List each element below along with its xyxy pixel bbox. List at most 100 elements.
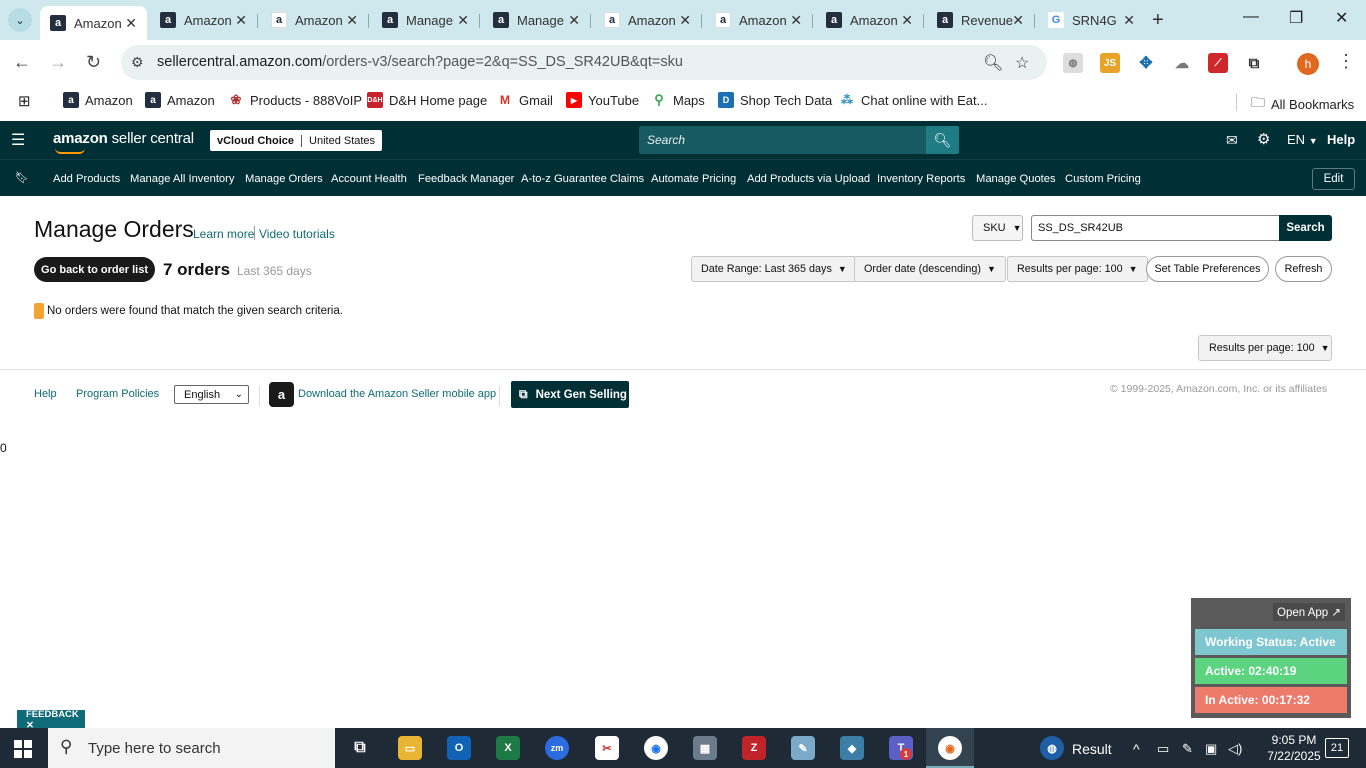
taskbar-clock[interactable]: 9:05 PM 7/22/2025	[1265, 732, 1323, 764]
site-info-icon[interactable]: ⚙	[131, 54, 144, 71]
download-app-link[interactable]: Download the Amazon Seller mobile app	[298, 388, 496, 400]
apps-grid-icon[interactable]: ⊞	[18, 92, 31, 110]
nav-account-health[interactable]: Account Health	[331, 173, 407, 185]
tab-3[interactable]: a Manage ✕	[372, 6, 479, 34]
address-bar[interactable]: ⚙ sellercentral.amazon.com/orders-v3/sea…	[121, 45, 1047, 80]
sort-select[interactable]: Order date (descending) ▼	[854, 256, 1006, 282]
close-icon[interactable]: ✕	[1012, 12, 1024, 29]
kebab-menu-icon[interactable]: ⋮	[1337, 51, 1355, 72]
learn-more-link[interactable]: Learn more	[193, 227, 254, 241]
nav-feedback-manager[interactable]: Feedback Manager	[418, 173, 514, 185]
chevron-up-icon[interactable]: ^	[1133, 741, 1140, 757]
bookmark-amazon-1[interactable]: a Amazon	[63, 92, 133, 108]
bookmark-techdata[interactable]: D Shop Tech Data	[718, 92, 832, 108]
amazon-app-icon[interactable]: a	[269, 382, 294, 407]
nav-add-products[interactable]: Add Products	[53, 173, 120, 185]
globe-extension-icon[interactable]: ◍	[1063, 53, 1083, 73]
window-close-icon[interactable]: ✕	[1335, 8, 1348, 28]
nav-inventory-reports[interactable]: Inventory Reports	[877, 173, 965, 185]
minimize-icon[interactable]: —	[1243, 8, 1259, 26]
tab-8[interactable]: a Revenue ✕	[927, 6, 1034, 34]
results-per-page-select-bottom[interactable]: Results per page: 100 ▼	[1198, 335, 1332, 361]
nav-automate-pricing[interactable]: Automate Pricing	[651, 173, 736, 185]
taskbar-search[interactable]: ⚲ Type here to search	[48, 728, 335, 768]
nav-add-products-upload[interactable]: Add Products via Upload	[747, 173, 870, 185]
result-app-icon[interactable]: ◍	[1040, 736, 1064, 760]
windows-start-icon[interactable]	[14, 740, 32, 758]
tab-search-icon[interactable]: ⌄	[8, 8, 32, 32]
outlook-icon[interactable]: O	[447, 736, 471, 760]
profile-avatar[interactable]: h	[1297, 53, 1319, 75]
nav-edit-button[interactable]: Edit	[1312, 168, 1355, 190]
pdf-extension-icon[interactable]: ⟋	[1208, 53, 1228, 73]
set-table-preferences-button[interactable]: Set Table Preferences	[1146, 256, 1269, 282]
search-icon[interactable]: 🔍︎	[926, 126, 959, 154]
tab-6[interactable]: a Amazon ✕	[705, 6, 812, 34]
new-tab-icon[interactable]: +	[1152, 9, 1164, 32]
star-icon[interactable]: ☆	[1015, 53, 1029, 73]
restore-icon[interactable]: ❐	[1289, 8, 1303, 28]
footer-language-select[interactable]: English ⌄	[174, 385, 249, 404]
results-per-page-select[interactable]: Results per page: 100 ▼	[1007, 256, 1148, 282]
file-explorer-icon[interactable]: ▭	[398, 736, 422, 760]
bookmark-maps[interactable]: ⚲ Maps	[651, 92, 705, 108]
video-tutorials-link[interactable]: Video tutorials	[259, 227, 335, 241]
app-cube-icon[interactable]: ◆	[840, 736, 864, 760]
nav-manage-orders[interactable]: Manage Orders	[245, 173, 323, 185]
open-app-button[interactable]: Open App ↗	[1273, 603, 1345, 621]
close-icon[interactable]: ✕	[901, 12, 913, 29]
zoom-icon[interactable]: zm	[545, 736, 569, 760]
close-icon[interactable]: ✕	[790, 12, 802, 29]
tab-7[interactable]: a Amazon ✕	[816, 6, 923, 34]
forward-arrow-icon[interactable]: →	[49, 52, 67, 73]
store-switcher[interactable]: vCloud Choice United States	[210, 130, 383, 151]
close-icon[interactable]: ✕	[235, 12, 247, 29]
volume-icon[interactable]: ◁)	[1228, 741, 1242, 757]
bookmark-youtube[interactable]: ▶ YouTube	[566, 92, 639, 108]
battery-icon[interactable]: ▭	[1157, 741, 1169, 757]
tray-label[interactable]: Result	[1072, 741, 1112, 757]
cloud-extension-icon[interactable]: ☁	[1172, 53, 1192, 73]
reload-icon[interactable]: ↻	[86, 52, 101, 73]
pen-icon[interactable]: ✎	[1182, 741, 1193, 757]
calculator-icon[interactable]: ▦	[693, 736, 717, 760]
notification-center-icon[interactable]: 21	[1325, 738, 1349, 758]
header-help-link[interactable]: Help	[1327, 132, 1355, 147]
bookmark-amazon-2[interactable]: a Amazon	[145, 92, 215, 108]
hamburger-menu-icon[interactable]: ☰	[11, 130, 25, 150]
go-back-button[interactable]: Go back to order list	[34, 257, 155, 282]
mail-icon[interactable]: ✉	[1226, 132, 1238, 149]
url-text[interactable]: sellercentral.amazon.com/orders-v3/searc…	[157, 54, 683, 70]
gear-icon[interactable]: ⚙	[1257, 130, 1270, 148]
bookmark-gmail[interactable]: M Gmail	[497, 92, 553, 108]
close-icon[interactable]: ✕	[457, 12, 469, 29]
header-search[interactable]: Search 🔍︎	[639, 126, 959, 154]
chrome-icon[interactable]: ◉	[644, 736, 668, 760]
all-bookmarks[interactable]: 🗀 All Bookmarks	[1251, 92, 1354, 116]
close-icon[interactable]: ✕	[125, 15, 137, 32]
tab-9[interactable]: G SRN4G ✕	[1038, 6, 1145, 34]
tab-0[interactable]: a Amazon ✕	[40, 6, 147, 40]
nav-custom-pricing[interactable]: Custom Pricing	[1065, 173, 1141, 185]
nav-manage-all-inventory[interactable]: Manage All Inventory	[130, 173, 234, 185]
tab-5[interactable]: a Amazon ✕	[594, 6, 701, 34]
next-gen-selling-button[interactable]: ⧉ Next Gen Selling	[511, 381, 629, 408]
nav-a-to-z-claims[interactable]: A-to-z Guarantee Claims	[521, 173, 644, 185]
date-range-select[interactable]: Date Range: Last 365 days ▼	[691, 256, 857, 282]
language-switcher[interactable]: EN ▼	[1287, 132, 1318, 147]
chrome-profile-icon[interactable]: ◉	[938, 736, 962, 760]
tab-1[interactable]: a Amazon ✕	[150, 6, 257, 34]
task-view-icon[interactable]: ⧉	[348, 736, 372, 760]
excel-icon[interactable]: X	[496, 736, 520, 760]
filezilla-icon[interactable]: Z	[742, 736, 766, 760]
tab-2[interactable]: a Amazon ✕	[261, 6, 368, 34]
close-icon[interactable]: ✕	[346, 12, 358, 29]
back-arrow-icon[interactable]: ←	[13, 52, 31, 73]
refresh-button[interactable]: Refresh	[1275, 256, 1332, 282]
bookmark-888voip[interactable]: ❀ Products - 888VoIP	[228, 92, 362, 108]
search-type-select[interactable]: SKU ▼	[972, 215, 1023, 241]
nav-manage-quotes[interactable]: Manage Quotes	[976, 173, 1056, 185]
bookmark-flag-icon[interactable]: 🔖︎	[15, 171, 29, 184]
close-icon[interactable]: ✕	[568, 12, 580, 29]
close-icon[interactable]: ✕	[679, 12, 691, 29]
